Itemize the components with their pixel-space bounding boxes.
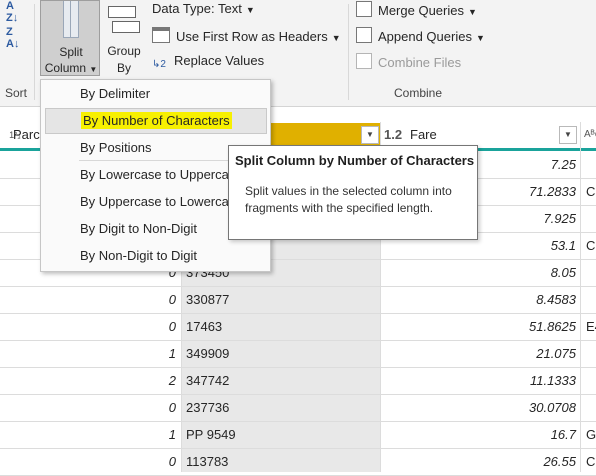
ticket-filter-button[interactable]: ▼ <box>361 126 379 144</box>
cell-fare[interactable]: 21.075 <box>382 340 576 367</box>
cell-cabin[interactable] <box>586 340 596 367</box>
cell-ticket[interactable]: 113783 <box>186 448 376 475</box>
cell-parch[interactable]: 0 <box>0 313 176 340</box>
tooltip-title: Split Column by Number of Characters <box>235 153 475 168</box>
table-row: 0 1746351.8625 E4 <box>0 313 596 341</box>
ribbon-separator <box>34 4 35 100</box>
sort-descending-icon[interactable]: Z A↓ <box>6 26 24 50</box>
group-by-icon <box>108 4 140 34</box>
cell-cabin[interactable] <box>586 205 596 232</box>
cell-fare[interactable]: 51.8625 <box>382 313 576 340</box>
append-queries-icon <box>356 27 372 43</box>
split-column-label-line1: Split <box>59 45 83 59</box>
merge-queries-icon <box>356 1 372 17</box>
menu-item-label: By Lowercase to Uppercase <box>80 167 243 182</box>
data-type-dropdown[interactable]: Data Type: Text ▼ <box>152 1 255 16</box>
cell-fare[interactable]: 8.4583 <box>382 286 576 313</box>
combine-files-icon <box>356 53 372 69</box>
group-by-label-line1: Group <box>107 44 141 58</box>
fare-filter-button[interactable]: ▼ <box>559 126 577 144</box>
menu-item-by-delimiter[interactable]: By Delimiter <box>45 81 267 107</box>
split-column-tooltip: Split Column by Number of Characters Spl… <box>228 145 478 240</box>
cell-fare[interactable]: 16.7 <box>382 421 576 448</box>
cell-cabin[interactable] <box>586 151 596 178</box>
tooltip-body: Split values in the selected column into… <box>245 184 452 215</box>
ribbon-separator <box>348 4 349 100</box>
cell-parch[interactable]: 1 <box>0 340 176 367</box>
menu-item-label: By Uppercase to Lowercase <box>80 194 243 209</box>
cell-parch[interactable]: 0 <box>0 286 176 313</box>
chevron-down-icon: ▼ <box>331 33 341 43</box>
split-column-icon <box>63 1 79 38</box>
text-type-icon[interactable]: Aᴮc <box>584 122 596 148</box>
table-row: 1 PP 954916.7 G6 <box>0 421 596 449</box>
cell-cabin[interactable] <box>586 394 596 421</box>
group-by-label-line2: By <box>116 61 131 75</box>
cell-fare[interactable]: 26.55 <box>382 448 576 475</box>
cell-ticket[interactable]: 347742 <box>186 367 376 394</box>
cell-cabin[interactable]: C8 <box>586 178 596 205</box>
split-column-label-line2: Column <box>44 61 87 75</box>
replace-values-icon: ↳2 <box>152 59 166 70</box>
sort-ascending-icon[interactable]: A Z↓ <box>6 0 24 24</box>
cell-parch[interactable]: 1 <box>0 421 176 448</box>
cell-cabin[interactable]: C1 <box>586 232 596 259</box>
chevron-down-icon: ▼ <box>467 7 477 17</box>
cell-ticket[interactable]: 17463 <box>186 313 376 340</box>
sort-buttons: A Z↓ Z A↓ <box>6 0 24 50</box>
cell-cabin[interactable] <box>586 367 596 394</box>
cell-parch[interactable]: 0 <box>0 394 176 421</box>
menu-item-label: By Non-Digit to Digit <box>80 248 198 263</box>
combine-files-label: Combine Files <box>378 55 462 70</box>
chevron-down-icon: ▼ <box>89 65 98 74</box>
data-type-label: Data Type: Text <box>152 1 242 16</box>
menu-item-by-non-digit-to-digit[interactable]: By Non-Digit to Digit <box>45 243 267 269</box>
combine-group-label: Combine <box>394 86 443 100</box>
menu-item-label: By Digit to Non-Digit <box>80 221 198 236</box>
replace-values-label: Replace Values <box>174 53 265 68</box>
cell-cabin[interactable]: E4 <box>586 313 596 340</box>
menu-item-label: By Number of Characters <box>81 112 232 129</box>
cell-parch[interactable]: 2 <box>0 367 176 394</box>
cell-cabin[interactable]: C1 <box>586 448 596 475</box>
cell-ticket[interactable]: 349909 <box>186 340 376 367</box>
combine-files-button[interactable]: Combine Files <box>356 53 461 70</box>
cell-ticket[interactable]: 237736 <box>186 394 376 421</box>
use-first-row-button[interactable]: Use First Row as Headers ▼ <box>152 27 341 44</box>
use-first-row-label: Use First Row as Headers <box>176 29 328 44</box>
cell-fare[interactable]: 8.05 <box>382 259 576 286</box>
cell-fare[interactable]: 30.0708 <box>382 394 576 421</box>
append-queries-button[interactable]: Append Queries ▼ <box>356 27 485 44</box>
append-queries-label: Append Queries <box>378 29 472 44</box>
cell-cabin[interactable]: G6 <box>586 421 596 448</box>
cell-ticket[interactable]: 330877 <box>186 286 376 313</box>
table-row: 2 347742 11.1333 <box>0 367 596 395</box>
merge-queries-label: Merge Queries <box>378 3 464 18</box>
cell-fare[interactable]: 11.1333 <box>382 367 576 394</box>
table-row: 0 330877 8.4583 <box>0 286 596 314</box>
cell-cabin[interactable] <box>586 259 596 286</box>
cell-cabin[interactable] <box>586 286 596 313</box>
column-header-parch[interactable]: Parc <box>13 122 40 148</box>
replace-values-button[interactable]: ↳2 Replace Values <box>152 53 264 72</box>
menu-item-label: By Positions <box>80 140 152 155</box>
chevron-down-icon: ▼ <box>475 33 485 43</box>
cell-ticket[interactable]: PP 9549 <box>186 421 376 448</box>
chevron-down-icon: ▼ <box>245 5 255 15</box>
menu-item-by-number-of-characters[interactable]: By Number of Characters <box>45 108 267 134</box>
menu-item-label: By Delimiter <box>80 86 151 101</box>
table-row: 0 237736 30.0708 <box>0 394 596 422</box>
table-header-icon <box>152 27 170 43</box>
table-row: 1 349909 21.075 <box>0 340 596 368</box>
group-by-button[interactable]: Group By <box>104 0 144 78</box>
split-column-button[interactable]: Split Column ▼ <box>40 0 100 76</box>
merge-queries-button[interactable]: Merge Queries ▼ <box>356 1 477 18</box>
sort-group-label: Sort <box>5 86 28 100</box>
cell-parch[interactable]: 0 <box>0 448 176 475</box>
